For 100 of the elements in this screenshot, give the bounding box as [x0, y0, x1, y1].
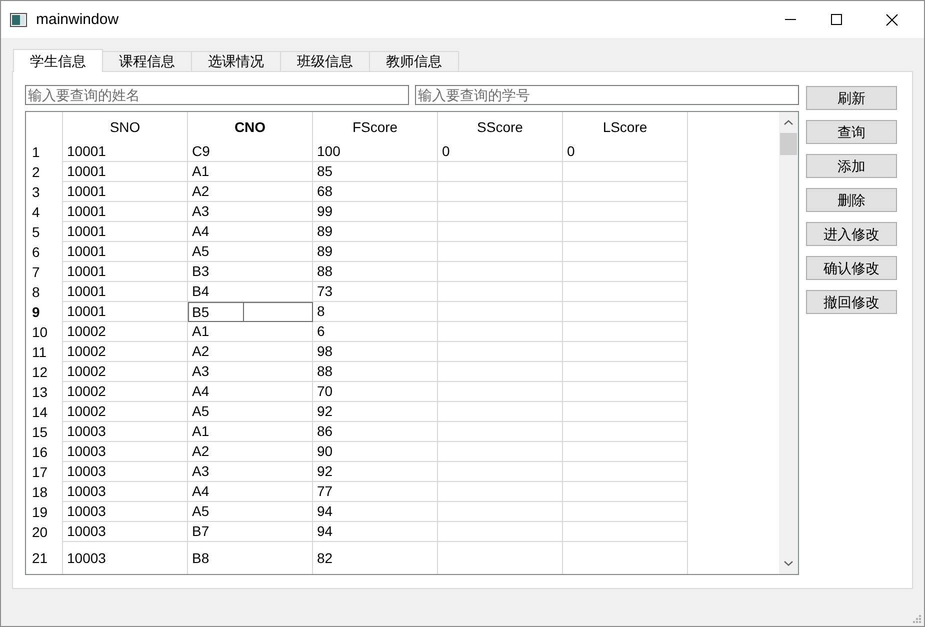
window-title: mainwindow: [36, 12, 119, 27]
table-cell: 10001: [63, 142, 188, 162]
row-header[interactable]: 12: [26, 362, 63, 382]
close-icon: [886, 14, 898, 26]
action-button[interactable]: 刷新: [806, 86, 897, 110]
table-cell: B4: [188, 282, 313, 302]
row-header[interactable]: 8: [26, 282, 63, 302]
table-cell: A5: [188, 502, 313, 522]
table-cell: 8: [313, 302, 438, 322]
table-cell: A3: [188, 462, 313, 482]
table-cell: B5: [188, 302, 313, 322]
row-header[interactable]: 2: [26, 162, 63, 182]
search-field[interactable]: 输入要查询的姓名: [25, 85, 409, 105]
column-header[interactable]: FScore: [313, 112, 438, 142]
table-cell: 77: [313, 482, 438, 502]
table-cell: 92: [313, 402, 438, 422]
table-cell: 10001: [63, 242, 188, 262]
row-header[interactable]: 16: [26, 442, 63, 462]
table-cell: 10003: [63, 422, 188, 442]
table-cell: 10001: [63, 162, 188, 182]
row-header[interactable]: 1: [26, 142, 63, 162]
app-icon: [10, 12, 27, 26]
table-cell: 10002: [63, 362, 188, 382]
table-cell: 10002: [63, 402, 188, 422]
minimize-icon: [784, 19, 796, 20]
table-cell: 100: [313, 142, 438, 162]
table-cell: 10003: [63, 542, 188, 574]
table-cell: 94: [313, 502, 438, 522]
table-cell: 70: [313, 382, 438, 402]
action-button[interactable]: 撤回修改: [806, 290, 897, 314]
row-header[interactable]: 3: [26, 182, 63, 202]
table-cell: 92: [313, 462, 438, 482]
column-header[interactable]: SNO: [63, 112, 188, 142]
row-header[interactable]: 9: [26, 302, 63, 322]
search-field[interactable]: 输入要查询的学号: [415, 85, 799, 105]
table-cell: 85: [313, 162, 438, 182]
resize-grip-icon[interactable]: [912, 614, 921, 623]
table-cell: B3: [188, 262, 313, 282]
row-header[interactable]: 15: [26, 422, 63, 442]
table-cell: B7: [188, 522, 313, 542]
table-cell: 10001: [63, 262, 188, 282]
row-header[interactable]: 21: [26, 542, 63, 574]
table-cell: 10003: [63, 462, 188, 482]
column-header[interactable]: SScore: [438, 112, 563, 142]
table-cell: 10001: [63, 302, 188, 322]
row-header[interactable]: 11: [26, 342, 63, 362]
table-cell: A1: [188, 422, 313, 442]
table-cell: A4: [188, 222, 313, 242]
row-header[interactable]: 17: [26, 462, 63, 482]
row-header[interactable]: 14: [26, 402, 63, 422]
action-button[interactable]: 删除: [806, 188, 897, 212]
row-header[interactable]: 20: [26, 522, 63, 542]
row-header[interactable]: 5: [26, 222, 63, 242]
table-cell: A1: [188, 162, 313, 182]
row-header[interactable]: 13: [26, 382, 63, 402]
action-button[interactable]: 进入修改: [806, 222, 897, 246]
column-header[interactable]: CNO: [188, 112, 313, 142]
tab[interactable]: 学生信息: [13, 49, 103, 72]
table-cell: 0: [563, 142, 688, 162]
action-button[interactable]: 添加: [806, 154, 897, 178]
table-cell: 86: [313, 422, 438, 442]
table-cell: 10003: [63, 502, 188, 522]
table-cell: 10002: [63, 382, 188, 402]
table-cell: B8: [188, 542, 313, 574]
table-cell: A2: [188, 442, 313, 462]
table-cell: 0: [438, 142, 563, 162]
action-button[interactable]: 查询: [806, 120, 897, 144]
table-cell: 10003: [63, 442, 188, 462]
column-header[interactable]: LScore: [563, 112, 688, 142]
table-cell: A5: [188, 242, 313, 262]
caret-down-icon[interactable]: [784, 561, 793, 566]
scrollbar-thumb[interactable]: [780, 133, 797, 155]
table-cell: 68: [313, 182, 438, 202]
table-cell: 10001: [63, 282, 188, 302]
row-header[interactable]: 10: [26, 322, 63, 342]
table-cell: 82: [313, 542, 438, 574]
table-cell: 94: [313, 522, 438, 542]
row-header[interactable]: 7: [26, 262, 63, 282]
table-cell: A1: [188, 322, 313, 342]
table-cell: 89: [313, 222, 438, 242]
maximize-icon: [830, 14, 842, 25]
table-cell: C9: [188, 142, 313, 162]
table-cell: 73: [313, 282, 438, 302]
scrollbar-track[interactable]: [779, 112, 798, 574]
table-cell: 10001: [63, 182, 188, 202]
row-header[interactable]: 19: [26, 502, 63, 522]
row-header[interactable]: 18: [26, 482, 63, 502]
table-cell: A4: [188, 382, 313, 402]
table-cell: 10002: [63, 342, 188, 362]
table-cell: A3: [188, 362, 313, 382]
table-cell: 10001: [63, 222, 188, 242]
row-header[interactable]: 4: [26, 202, 63, 222]
table-cell: 10003: [63, 482, 188, 502]
table-cell: 89: [313, 242, 438, 262]
tab[interactable]: 教师信息: [369, 51, 459, 72]
table-cell: A5: [188, 402, 313, 422]
row-header[interactable]: 6: [26, 242, 63, 262]
table-cell: 10003: [63, 522, 188, 542]
caret-up-icon[interactable]: [784, 120, 793, 125]
action-button[interactable]: 确认修改: [806, 256, 897, 280]
